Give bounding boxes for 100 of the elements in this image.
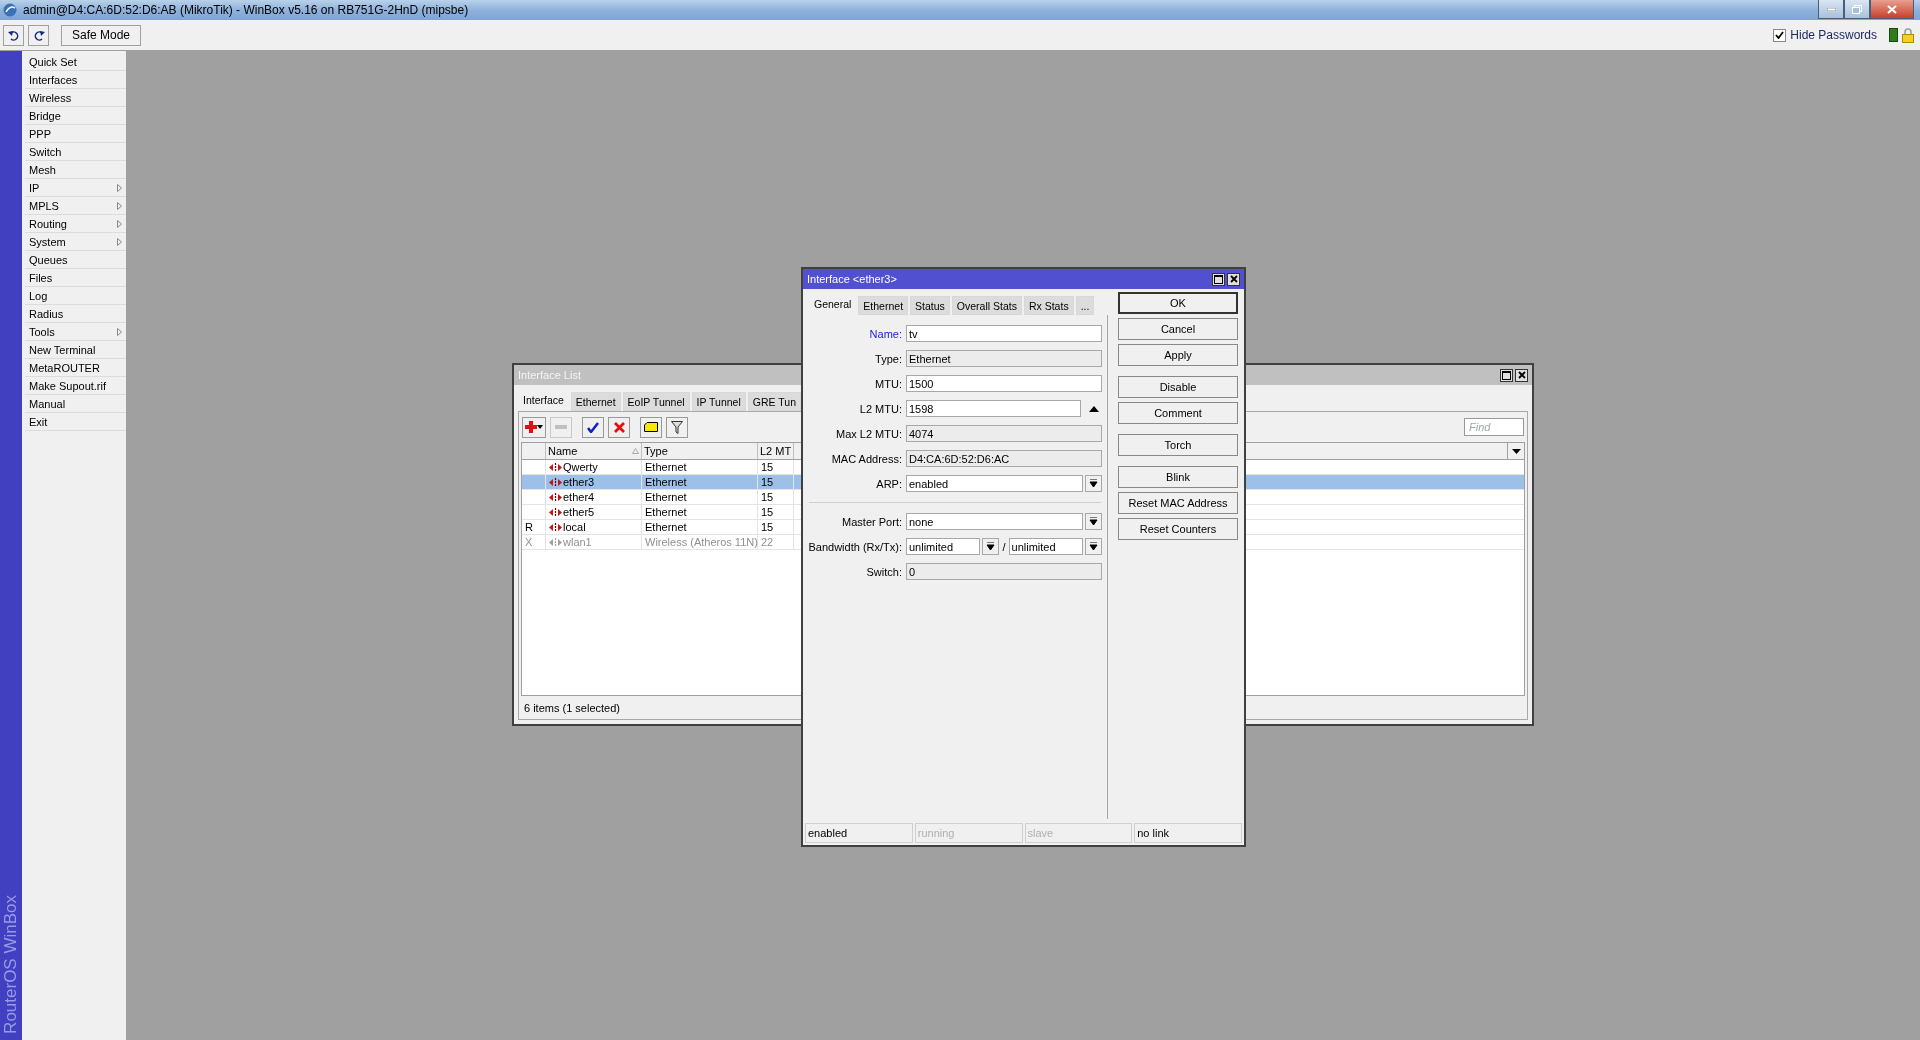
safe-mode-button[interactable]: Safe Mode [61,24,142,46]
dropdown-field[interactable]: unlimited [1008,538,1083,555]
table-cell: 15 [758,475,794,489]
table-cell: Ethernet [642,490,758,504]
maximize-button[interactable] [1500,368,1513,382]
menu-item[interactable]: Bridge [25,107,126,125]
dialog-button[interactable]: Reset Counters [1118,518,1238,540]
dialog-button[interactable]: Cancel [1118,318,1238,340]
menu-item[interactable]: MetaROUTER [25,359,126,377]
dropdown-button[interactable] [982,538,1000,555]
filter-button[interactable] [666,416,688,438]
dropdown-field[interactable]: none [906,513,1083,530]
menu-item[interactable]: Quick Set [25,53,126,71]
dropdown-arrow-icon [1089,479,1098,488]
menu-item[interactable]: Routing [25,215,126,233]
tab[interactable]: Ethernet [570,392,621,411]
disable-button[interactable] [608,416,630,438]
redo-icon [32,29,45,41]
text-field[interactable]: tv [906,325,1102,342]
add-button[interactable] [522,416,546,438]
name-cell: ether3 [546,475,642,489]
dropdown-field[interactable]: unlimited [906,538,981,555]
dialog-button[interactable]: Blink [1118,466,1238,488]
field-label: Type: [874,352,903,365]
dialog-button[interactable]: OK [1118,292,1238,314]
columns-dropdown-button[interactable] [1507,443,1524,459]
filter-icon [671,420,683,434]
close-button[interactable] [1870,0,1914,19]
dropdown-button[interactable] [1085,513,1102,530]
menu-item[interactable]: Files [25,269,126,287]
menu-item[interactable]: Exit [25,413,126,431]
status-text: 6 items (1 selected) [523,702,620,714]
dialog-button[interactable]: Apply [1118,344,1238,366]
dialog-button[interactable]: Disable [1118,376,1238,398]
text-field[interactable]: 1500 [906,375,1102,392]
checkbox[interactable] [1773,28,1787,42]
menu-item[interactable]: MPLS [25,197,126,215]
tab[interactable]: Status [910,296,950,315]
menu-item[interactable]: Mesh [25,161,126,179]
double-arrow-icon [549,477,562,487]
tab[interactable]: ... [1075,296,1095,315]
column-header[interactable]: L2 MT [758,443,794,459]
name-cell: wlan1 [546,535,642,549]
readonly-field: 0 [906,563,1102,580]
double-arrow-icon [549,462,562,472]
readonly-field: 4074 [906,425,1102,442]
field-label: L2 MTU: [858,402,903,415]
dropdown-button[interactable] [1085,475,1102,492]
minimize-button[interactable] [1818,0,1844,19]
dropdown-button[interactable] [1085,538,1102,555]
maximize-button[interactable] [1212,272,1225,286]
up-triangle-icon [1088,405,1099,412]
restore-button[interactable] [1844,0,1870,19]
dialog-button[interactable]: Reset MAC Address [1118,492,1238,514]
tab[interactable]: Rx Stats [1023,296,1074,315]
plus-icon [525,421,537,433]
dialog-button[interactable]: Torch [1118,434,1238,456]
window-title: Interface <ether3> [807,273,898,285]
column-header[interactable]: Name [546,443,642,459]
tab[interactable]: GRE Tun [747,392,801,411]
comment-button[interactable] [640,416,662,438]
menu-item[interactable]: Wireless [25,89,126,107]
menu-item[interactable]: PPP [25,125,126,143]
tab[interactable]: IP Tunnel [691,392,746,411]
undo-button[interactable] [3,24,24,46]
close-button[interactable] [1515,368,1528,382]
dropdown-field[interactable]: enabled [906,475,1083,492]
column-header[interactable]: Type [642,443,758,459]
status-indicator [1889,28,1898,42]
find-field[interactable]: Find [1464,418,1524,436]
flag-cell: X [522,535,546,549]
name-cell: ether5 [546,505,642,519]
dropdown-arrow-icon [986,542,996,551]
menu-item[interactable]: System [25,233,126,251]
menu-item[interactable]: Radius [25,305,126,323]
close-icon [1517,371,1526,379]
menu-item[interactable]: Interfaces [25,71,126,89]
name-cell: ether4 [546,490,642,504]
menu-item[interactable]: Tools [25,323,126,341]
redo-button[interactable] [28,24,49,46]
enable-button[interactable] [582,416,604,438]
field-label: ARP: [875,477,903,490]
menu-item[interactable]: New Terminal [25,341,126,359]
tab[interactable]: Ethernet [858,296,909,315]
status-field: slave [1024,823,1133,843]
close-button[interactable] [1227,272,1240,286]
tab[interactable]: EoIP Tunnel [622,392,690,411]
menu-item[interactable]: Switch [25,143,126,161]
dialog-button[interactable]: Comment [1118,402,1238,424]
menu-item[interactable]: Make Supout.rif [25,377,126,395]
menu-item[interactable]: Log [25,287,126,305]
menu-item[interactable]: IP [25,179,126,197]
text-field[interactable]: 1598 [906,400,1081,417]
menu-item[interactable]: Queues [25,251,126,269]
table-cell: 15 [758,460,794,474]
tab[interactable]: Overall Stats [951,296,1022,315]
minimize-icon [1826,7,1836,11]
double-arrow-icon [549,492,562,502]
double-arrow-icon [549,507,562,517]
menu-item[interactable]: Manual [25,395,126,413]
